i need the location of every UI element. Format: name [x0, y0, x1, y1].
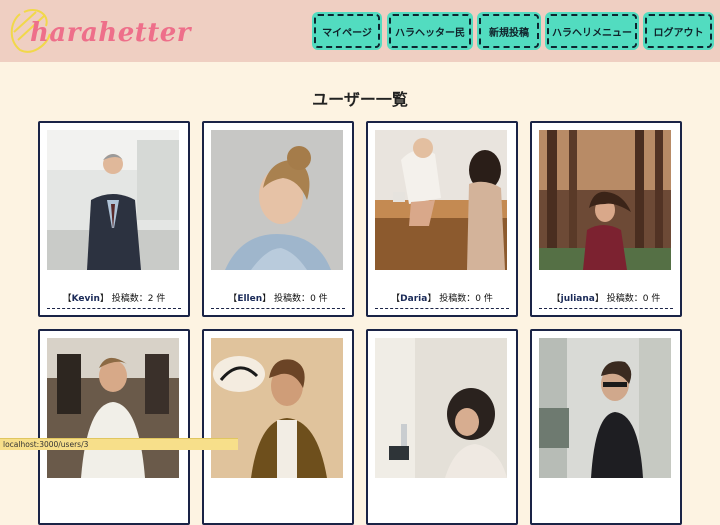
- user-name[interactable]: Kevin: [72, 294, 100, 304]
- bracket-close: 】: [594, 294, 604, 304]
- user-avatar-photo[interactable]: [47, 338, 179, 478]
- user-avatar-photo[interactable]: [539, 130, 671, 270]
- user-card-juliana[interactable]: 【juliana】 投稿数：0 件: [530, 121, 682, 317]
- app-header: harahetter マイページ ハラヘッター民 新規投稿 ハラヘリメニュー ロ…: [0, 0, 720, 62]
- post-count-unit: 件: [318, 294, 328, 304]
- post-count-label: 投稿数：: [606, 294, 643, 304]
- nav-menu-button[interactable]: ハラヘリメニュー: [547, 14, 637, 48]
- user-card[interactable]: [38, 329, 190, 525]
- user-avatar-photo[interactable]: [47, 130, 179, 270]
- post-count: 2: [147, 294, 154, 304]
- user-caption: 【Ellen】 投稿数：0 件: [211, 291, 345, 309]
- user-caption: 【juliana】 投稿数：0 件: [539, 291, 673, 309]
- bracket-close: 】: [427, 294, 437, 304]
- bracket-open: 【: [228, 294, 238, 304]
- user-card-daria[interactable]: 【Daria】 投稿数：0 件: [366, 121, 518, 317]
- post-count: 0: [642, 294, 649, 304]
- logo[interactable]: harahetter: [6, 4, 191, 58]
- user-card-kevin[interactable]: 【Kevin】 投稿数：2 件: [38, 121, 190, 317]
- user-avatar-photo[interactable]: [375, 338, 507, 478]
- page-title: ユーザー一覧: [312, 90, 408, 109]
- user-avatar-photo[interactable]: [211, 130, 343, 270]
- user-card[interactable]: [366, 329, 518, 525]
- post-count-label: 投稿数：: [439, 294, 476, 304]
- user-caption: 【Daria】 投稿数：0 件: [375, 291, 509, 309]
- post-count: 0: [310, 294, 316, 304]
- user-name[interactable]: Daria: [400, 294, 427, 304]
- nav-mypage-button[interactable]: マイページ: [314, 14, 380, 48]
- browser-status-bar: localhost:3000/users/3: [0, 438, 238, 450]
- user-name[interactable]: Ellen: [237, 294, 262, 304]
- post-count: 0: [475, 294, 481, 304]
- user-avatar-photo[interactable]: [539, 338, 671, 478]
- user-card-ellen[interactable]: 【Ellen】 投稿数：0 件: [202, 121, 354, 317]
- post-count-unit: 件: [156, 294, 166, 304]
- user-avatar-photo[interactable]: [375, 130, 507, 270]
- bracket-open: 【: [62, 294, 72, 304]
- nav-users-button[interactable]: ハラヘッター民: [389, 14, 471, 48]
- bracket-close: 】: [99, 294, 109, 304]
- user-name[interactable]: juliana: [561, 294, 595, 304]
- user-card[interactable]: [202, 329, 354, 525]
- post-count-label: 投稿数：: [111, 294, 148, 304]
- user-caption: 【Kevin】 投稿数：2 件: [47, 291, 181, 309]
- nav-new-post-button[interactable]: 新規投稿: [479, 14, 539, 48]
- user-avatar-photo[interactable]: [211, 338, 343, 478]
- bracket-open: 【: [551, 294, 561, 304]
- post-count-unit: 件: [651, 294, 661, 304]
- user-card[interactable]: [530, 329, 682, 525]
- logo-text: harahetter: [30, 18, 191, 48]
- bracket-open: 【: [391, 294, 401, 304]
- nav-logout-button[interactable]: ログアウト: [645, 14, 712, 48]
- post-count-label: 投稿数：: [274, 294, 311, 304]
- bracket-close: 】: [262, 294, 272, 304]
- post-count-unit: 件: [483, 294, 493, 304]
